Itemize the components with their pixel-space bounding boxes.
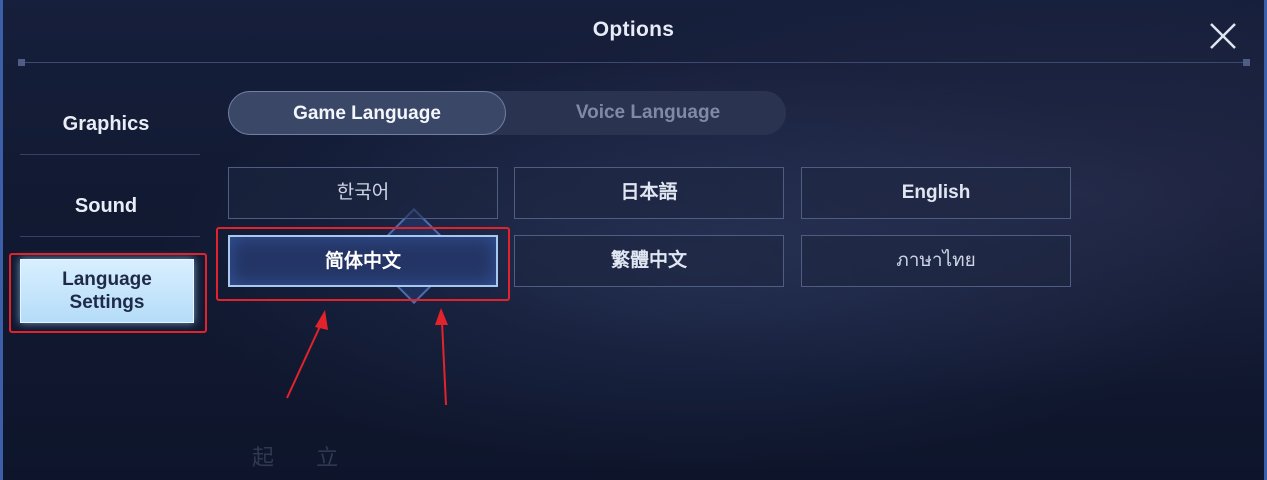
title-divider — [18, 59, 1250, 66]
tab-voice-language[interactable]: Voice Language — [518, 91, 778, 135]
language-option-english[interactable]: English — [801, 167, 1071, 219]
window-border-left — [0, 0, 3, 480]
tab-game-language[interactable]: Game Language — [228, 91, 506, 135]
language-option-japanese[interactable]: 日本語 — [514, 167, 784, 219]
language-option-thai[interactable]: ภาษาไทย — [801, 235, 1071, 287]
language-option-traditional-chinese[interactable]: 繁體中文 — [514, 235, 784, 287]
sidebar-item-sound[interactable]: Sound — [18, 190, 194, 222]
close-button[interactable] — [1205, 18, 1241, 54]
window-title: Options — [592, 18, 675, 41]
language-tab-bar: Game Language Voice Language — [228, 91, 786, 135]
sidebar-divider — [20, 154, 200, 155]
sidebar-item-graphics[interactable]: Graphics — [18, 108, 194, 140]
highlight-box-language-settings — [9, 253, 207, 333]
close-icon — [1210, 23, 1236, 49]
background-text: 起 立 — [252, 445, 357, 470]
language-option-korean[interactable]: 한국어 — [228, 167, 498, 219]
highlight-box-simplified-chinese — [216, 227, 510, 301]
sidebar-divider — [20, 236, 200, 237]
